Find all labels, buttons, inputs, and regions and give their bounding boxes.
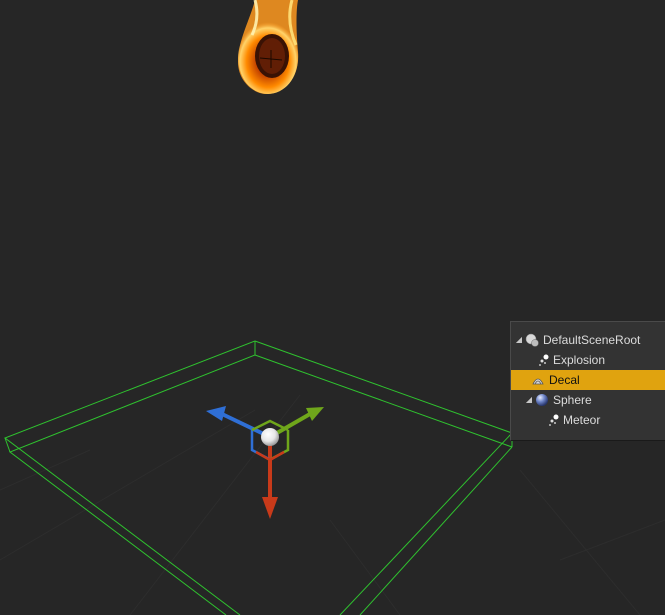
decal-bounds-box <box>3 340 513 615</box>
tree-item-meteor[interactable]: Meteor <box>511 410 665 430</box>
gizmo-y-arrow[interactable] <box>269 407 324 439</box>
gizmo-x-arrow[interactable] <box>262 437 278 519</box>
tree-item-label: Sphere <box>553 393 592 407</box>
sphere-icon <box>535 393 549 407</box>
decal-icon <box>531 373 545 387</box>
tree-item-label: DefaultSceneRoot <box>543 333 641 347</box>
viewport-scene <box>0 0 665 615</box>
meteor-fireball <box>238 0 299 95</box>
scene-root-icon <box>525 333 539 347</box>
transform-gizmo[interactable] <box>206 406 324 519</box>
particle-system-icon <box>537 353 551 367</box>
tree-item-default-scene-root[interactable]: ◢ DefaultSceneRoot <box>511 330 665 350</box>
particle-system-icon <box>547 413 561 427</box>
expand-arrow-icon[interactable]: ◢ <box>515 330 523 350</box>
tree-item-explosion[interactable]: Explosion <box>511 350 665 370</box>
gizmo-center-handle[interactable] <box>261 428 279 446</box>
gizmo-z-arrow[interactable] <box>206 406 271 439</box>
tree-item-label: Meteor <box>563 413 601 427</box>
tree-item-label: Explosion <box>553 353 606 367</box>
tree-item-decal[interactable]: Decal <box>511 370 665 390</box>
tree-item-sphere[interactable]: ◢ Sphere <box>511 390 665 410</box>
tree-item-label: Decal <box>549 373 580 387</box>
components-outliner-panel: ◢ DefaultSceneRoot Explosion Decal ◢ Sph… <box>510 321 665 441</box>
component-tree: ◢ DefaultSceneRoot Explosion Decal ◢ Sph… <box>511 330 665 430</box>
level-viewport[interactable] <box>0 0 665 615</box>
expand-arrow-icon[interactable]: ◢ <box>525 390 533 410</box>
